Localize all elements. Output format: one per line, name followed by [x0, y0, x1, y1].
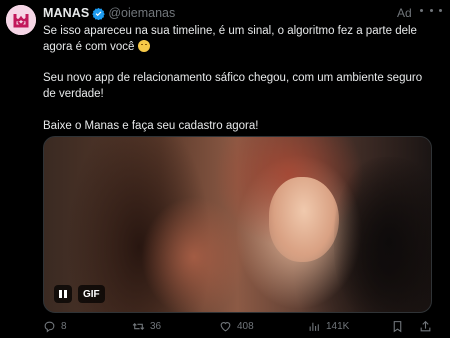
- views-button[interactable]: 141K: [308, 318, 349, 334]
- repost-count: 36: [150, 320, 162, 332]
- like-button[interactable]: 408: [219, 318, 254, 334]
- gif-badge: GIF: [78, 285, 105, 303]
- tweet-line-1: Se isso apareceu na sua timeline, é um s…: [43, 25, 417, 53]
- views-count: 141K: [326, 320, 350, 332]
- tweet-actions: 8 36 408 141K: [43, 318, 438, 334]
- ad-tweet[interactable]: MANAS @oiemanas Ad Se isso apareceu na s…: [0, 0, 450, 338]
- bookmark-button[interactable]: [391, 318, 404, 334]
- smiling-emoji-icon: [137, 39, 150, 52]
- tweet-paragraph-3: Baixe o Manas e faça seu cadastro agora!: [43, 119, 259, 132]
- verified-badge-icon: [92, 7, 106, 20]
- media-shadow-shape: [334, 157, 431, 312]
- views-icon: [309, 322, 319, 331]
- account-handle[interactable]: @oiemanas: [108, 6, 175, 20]
- gif-controls: GIF: [54, 284, 105, 304]
- tweet-text: Se isso apareceu na sua timeline, é um s…: [43, 24, 438, 135]
- tweet-header: MANAS @oiemanas: [43, 5, 175, 21]
- ad-label: Ad: [397, 6, 412, 20]
- repost-button[interactable]: 36: [132, 318, 161, 334]
- repost-icon: [132, 322, 145, 330]
- like-icon: [220, 321, 231, 331]
- more-icon[interactable]: [420, 3, 442, 17]
- media-face-shape: [269, 177, 339, 262]
- reply-count: 8: [61, 320, 67, 332]
- share-icon: [420, 320, 431, 331]
- reply-icon: [44, 321, 55, 332]
- bookmark-icon: [393, 320, 402, 332]
- gif-media[interactable]: GIF: [43, 136, 432, 313]
- reply-button[interactable]: 8: [43, 318, 67, 334]
- share-button[interactable]: [419, 318, 432, 334]
- avatar[interactable]: [6, 5, 36, 35]
- pause-icon[interactable]: [54, 285, 72, 303]
- account-name[interactable]: MANAS: [43, 6, 89, 20]
- like-count: 408: [237, 320, 254, 332]
- tweet-paragraph-2: Seu novo app de relacionamento sáfico ch…: [43, 72, 423, 101]
